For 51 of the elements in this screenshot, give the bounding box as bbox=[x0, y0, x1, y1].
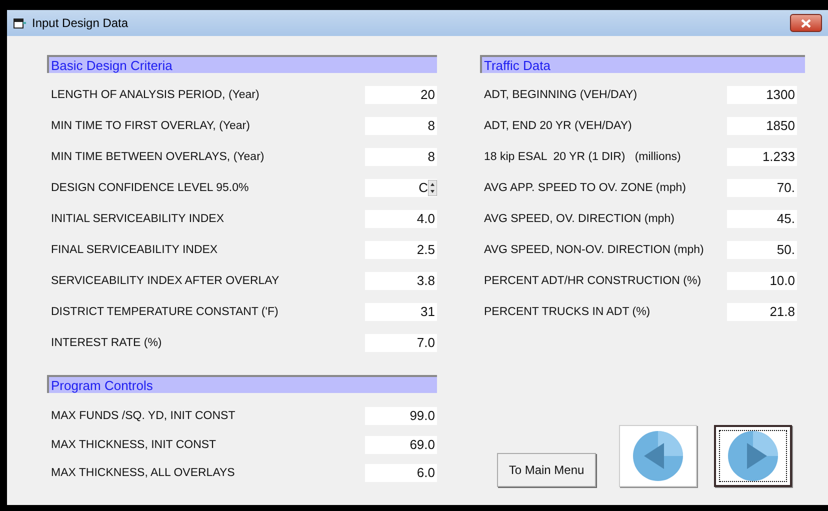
back-button[interactable] bbox=[619, 425, 697, 487]
field-label: AVG SPEED, OV. DIRECTION (mph) bbox=[484, 212, 674, 224]
field-label: PERCENT ADT/HR CONSTRUCTION (%) bbox=[484, 274, 702, 286]
input-field[interactable]: 4.0 bbox=[365, 210, 437, 228]
field-label: MIN TIME TO FIRST OVERLAY, (Year) bbox=[51, 120, 250, 132]
field-label: SERVICEABILITY INDEX AFTER OVERLAY bbox=[51, 274, 280, 286]
field-label: AVG APP. SPEED TO OV. ZONE (mph) bbox=[484, 182, 686, 194]
close-button[interactable] bbox=[790, 14, 822, 32]
input-field[interactable]: 21.8 bbox=[727, 302, 797, 320]
field-label: MAX THICKNESS, ALL OVERLAYS bbox=[51, 467, 235, 480]
input-field[interactable]: 1850 bbox=[727, 116, 797, 134]
field-label: ADT, END 20 YR (VEH/DAY) bbox=[484, 120, 632, 132]
next-button[interactable] bbox=[714, 425, 792, 487]
section-header: Traffic Data bbox=[480, 55, 805, 73]
input-field[interactable]: 1300 bbox=[727, 86, 797, 104]
input-field[interactable]: 70. bbox=[727, 178, 797, 196]
spinner-field[interactable]: C bbox=[365, 178, 437, 196]
input-field[interactable]: 99.0 bbox=[365, 407, 437, 426]
field-label: PERCENT TRUCKS IN ADT (%) bbox=[484, 306, 650, 318]
main-menu-button[interactable]: To Main Menu bbox=[497, 453, 596, 487]
field-label: MAX FUNDS /SQ. YD, INIT CONST bbox=[51, 410, 236, 422]
input-field[interactable]: 31 bbox=[365, 302, 437, 320]
spinner-arrows-icon[interactable] bbox=[428, 180, 437, 196]
input-field[interactable]: 8 bbox=[365, 116, 437, 134]
field-label: 18 kip ESAL 20 YR (1 DIR) (millions) bbox=[484, 150, 681, 162]
field-label: DISTRICT TEMPERATURE CONSTANT ('F) bbox=[51, 306, 278, 318]
field-label: ADT, BEGINNING (VEH/DAY) bbox=[484, 88, 638, 100]
input-field[interactable]: 7.0 bbox=[365, 334, 437, 352]
section-header: Basic Design Criteria bbox=[47, 55, 437, 73]
input-field[interactable]: 10.0 bbox=[727, 272, 797, 290]
input-field[interactable]: 8 bbox=[365, 148, 437, 166]
field-label: MAX THICKNESS, INIT CONST bbox=[51, 438, 216, 451]
window-icon bbox=[13, 17, 27, 29]
field-label: INITIAL SERVICEABILITY INDEX bbox=[51, 212, 224, 224]
input-field[interactable]: 6.0 bbox=[365, 464, 437, 482]
field-label: LENGTH OF ANALYSIS PERIOD, (Year) bbox=[51, 88, 260, 100]
input-field[interactable]: 69.0 bbox=[365, 436, 437, 454]
input-field[interactable]: 1.233 bbox=[727, 148, 797, 166]
window-title: Input Design Data bbox=[32, 16, 130, 30]
input-field[interactable]: 3.8 bbox=[365, 272, 437, 290]
section-header: Program Controls bbox=[47, 375, 437, 393]
field-label: INTEREST RATE (%) bbox=[51, 336, 162, 348]
field-label: FINAL SERVICEABILITY INDEX bbox=[51, 244, 218, 256]
field-label: DESIGN CONFIDENCE LEVEL 95.0% bbox=[51, 182, 249, 194]
input-field[interactable]: 50. bbox=[727, 240, 797, 258]
input-field[interactable]: 20 bbox=[365, 86, 437, 104]
field-label: AVG SPEED, NON-OV. DIRECTION (mph) bbox=[484, 244, 704, 256]
field-label: MIN TIME BETWEEN OVERLAYS, (Year) bbox=[51, 150, 264, 162]
input-field[interactable]: 45. bbox=[727, 210, 797, 228]
input-field[interactable]: 2.5 bbox=[365, 240, 437, 258]
close-icon bbox=[801, 18, 811, 28]
